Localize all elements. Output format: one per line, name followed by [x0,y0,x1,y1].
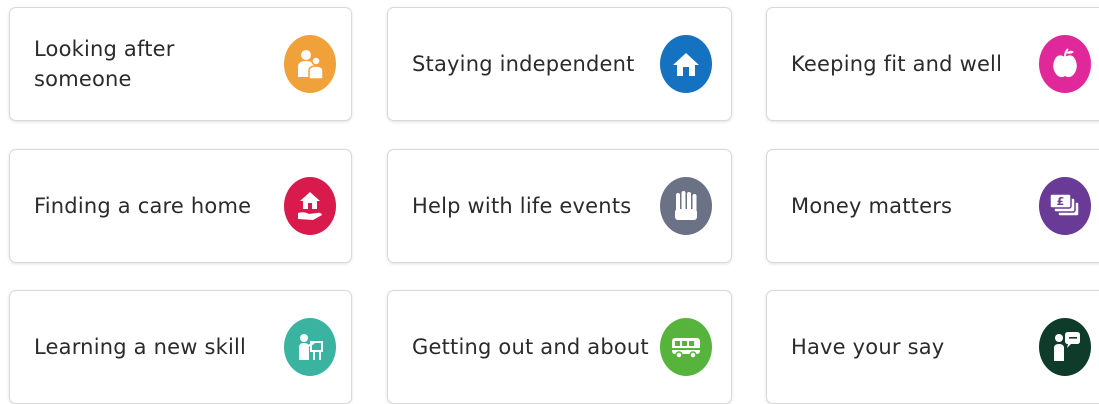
tile-label: Have your say [791,335,945,359]
tile-label: Getting out and about [412,335,649,359]
svg-text:£: £ [1057,195,1065,208]
person-speech-icon [1039,318,1091,376]
service-tiles-grid: Looking after someone Staying independen… [0,0,1099,404]
tile-have-your-say[interactable]: Have your say [766,290,1099,404]
tile-label: Looking after someone [34,37,175,91]
house-icon [660,35,712,93]
tile-learning-a-new-skill[interactable]: Learning a new skill [9,290,352,404]
people-icon [284,35,336,93]
tile-label: Learning a new skill [34,335,247,359]
tile-label: Help with life events [412,194,632,218]
pound-notes-icon: £ [1039,177,1091,235]
raised-hands-icon [660,177,712,235]
tile-label: Staying independent [412,52,635,76]
tile-label: Keeping fit and well [791,52,1003,76]
tile-label: Money matters [791,194,953,218]
apple-icon [1039,35,1091,93]
tile-finding-a-care-home[interactable]: Finding a care home [9,149,352,263]
tile-label: Finding a care home [34,194,252,218]
tile-money-matters[interactable]: Money matters £ [766,149,1099,263]
tile-getting-out-and-about[interactable]: Getting out and about [387,290,732,404]
tile-keeping-fit-and-well[interactable]: Keeping fit and well [766,7,1099,121]
tile-help-with-life-events[interactable]: Help with life events [387,149,732,263]
tile-looking-after-someone[interactable]: Looking after someone [9,7,352,121]
house-in-hand-icon [284,177,336,235]
tile-staying-independent[interactable]: Staying independent [387,7,732,121]
bus-icon [660,318,712,376]
teacher-icon [284,318,336,376]
